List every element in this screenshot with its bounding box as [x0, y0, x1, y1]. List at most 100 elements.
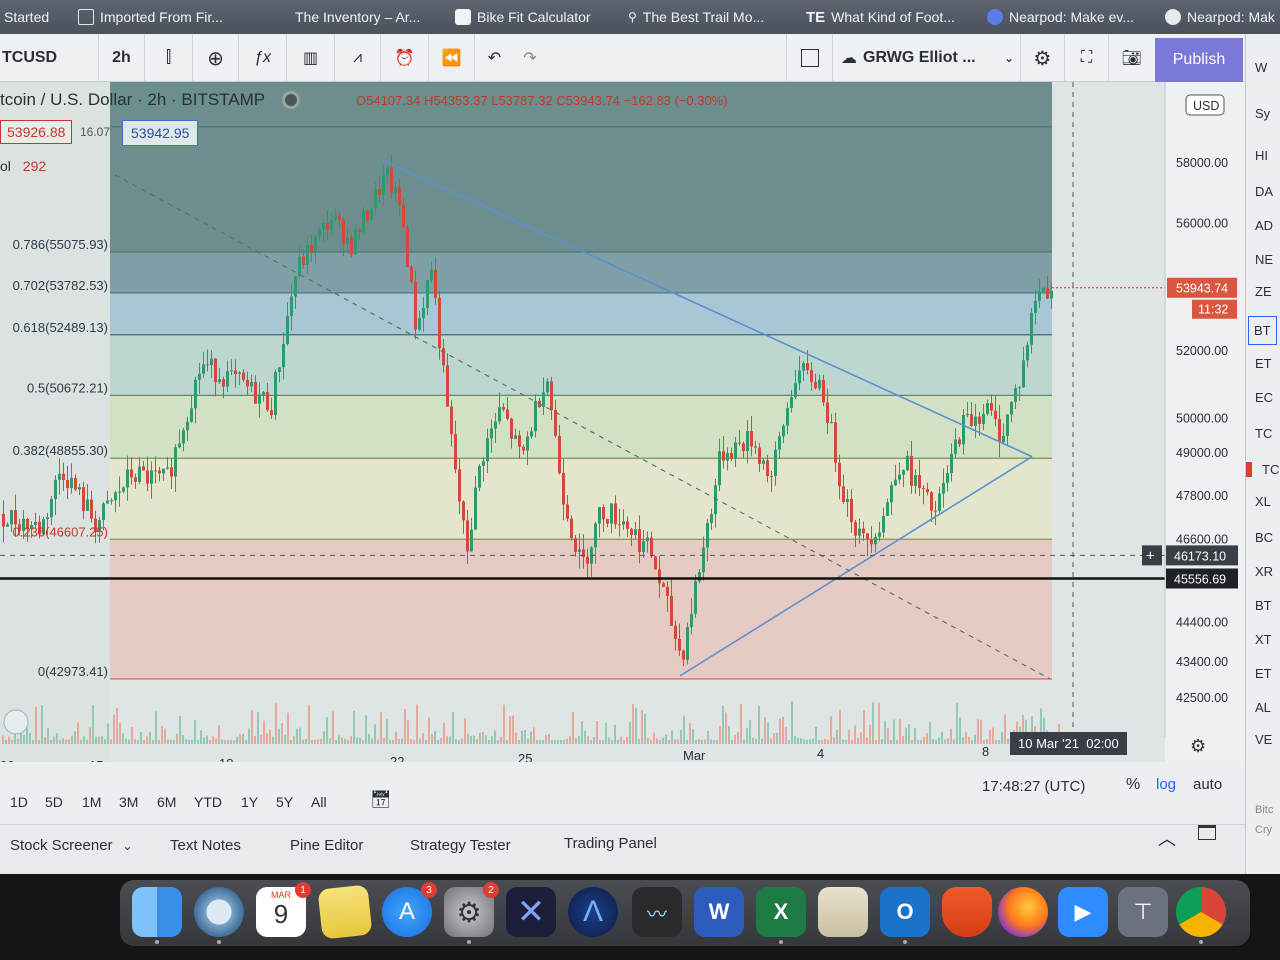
publish-button[interactable]: Publish: [1155, 38, 1243, 82]
range-6m[interactable]: 6M: [157, 794, 176, 810]
replay-button[interactable]: ⏪: [428, 34, 474, 82]
undo-button[interactable]: ↶: [474, 34, 514, 82]
watchlist-item[interactable]: XL: [1255, 494, 1271, 509]
range-1y[interactable]: 1Y: [241, 794, 258, 810]
collapse-panel-button[interactable]: ︿: [1158, 825, 1176, 851]
layout-template-select[interactable]: ☁ GRWG Elliot ... ⌄: [832, 34, 1020, 82]
watchlist-item[interactable]: ET: [1255, 666, 1272, 681]
bid-price-badge[interactable]: 53926.88: [0, 120, 73, 144]
range-5d[interactable]: 5D: [45, 794, 63, 810]
range-all[interactable]: All: [311, 794, 327, 810]
watchlist-item[interactable]: VE: [1255, 732, 1272, 747]
watchlist-item[interactable]: BT: [1248, 316, 1277, 345]
watchlist-item[interactable]: AL: [1255, 700, 1271, 715]
symbol-search[interactable]: TCUSD: [0, 34, 98, 82]
crossover-app[interactable]: ✕: [506, 887, 556, 937]
watchlist-item[interactable]: AD: [1255, 218, 1273, 233]
watchlist-item[interactable]: XT: [1255, 632, 1272, 647]
running-indicator: [155, 940, 159, 944]
watchlist-item[interactable]: XR: [1255, 564, 1273, 579]
candle-body: [934, 510, 937, 512]
bookmark-inventory[interactable]: The Inventory – Ar...: [295, 0, 420, 34]
watchlist-item[interactable]: TC: [1255, 426, 1272, 441]
fib-label: 0(42973.41): [38, 664, 108, 679]
redo-button[interactable]: ↷: [514, 34, 546, 82]
tab-stock-screener[interactable]: Stock Screener ⌄: [10, 837, 133, 854]
templates-button[interactable]: ⩘: [334, 34, 380, 82]
notes-app[interactable]: [317, 884, 373, 940]
candle-body: [594, 523, 597, 548]
bookmark-bike-fit[interactable]: Bike Fit Calculator: [455, 0, 591, 34]
range-1m[interactable]: 1M: [82, 794, 101, 810]
watchlist-item[interactable]: TC: [1246, 462, 1279, 477]
bookmark-started[interactable]: Started: [4, 0, 49, 34]
chrome-app[interactable]: [1176, 887, 1226, 937]
firefox-app[interactable]: [998, 887, 1048, 937]
candle-body: [418, 318, 421, 330]
chart-pane[interactable]: 0.786(55075.93) 0.702(53782.53) 0.618(5248…: [0, 82, 1245, 762]
watchlist-item[interactable]: DA: [1255, 184, 1273, 199]
watchlist-item[interactable]: BC: [1255, 530, 1273, 545]
excel-app[interactable]: X: [756, 887, 806, 937]
ask-price-badge[interactable]: 53942.95: [122, 120, 199, 146]
stickies-app[interactable]: [818, 887, 868, 937]
safari-app[interactable]: [194, 887, 244, 937]
outlook-app[interactable]: O: [880, 887, 930, 937]
candle-body: [910, 455, 913, 486]
log-toggle[interactable]: log: [1156, 776, 1176, 793]
tab-text-notes[interactable]: Text Notes: [170, 837, 241, 854]
watchlist-item[interactable]: EC: [1255, 390, 1273, 405]
brave-app[interactable]: [942, 887, 992, 937]
bookmark-foot[interactable]: TE What Kind of Foot...: [806, 0, 955, 34]
alert-button[interactable]: ⏰: [380, 34, 428, 82]
interval-button[interactable]: 2h: [98, 34, 144, 82]
layout-button[interactable]: [786, 34, 832, 82]
price-chart[interactable]: 0.786(55075.93) 0.702(53782.53) 0.618(5248…: [0, 82, 1245, 762]
watchlist-item[interactable]: BT: [1255, 598, 1272, 613]
watchlist-item[interactable]: ZE: [1255, 284, 1272, 299]
range-5y[interactable]: 5Y: [276, 794, 293, 810]
bookmark-nearpod-2[interactable]: Nearpod: Mak: [1165, 0, 1275, 34]
axis-settings-button[interactable]: ⚙: [1190, 736, 1206, 757]
range-ytd[interactable]: YTD: [194, 794, 222, 810]
range-3m[interactable]: 3M: [119, 794, 138, 810]
stocks-app[interactable]: 〰: [632, 887, 682, 937]
bar-style-button[interactable]: ⫿: [144, 34, 192, 82]
auto-toggle[interactable]: auto: [1193, 776, 1222, 793]
bookmark-trail[interactable]: ⚲ The Best Trail Mo...: [628, 0, 764, 34]
watchlist-item[interactable]: ET: [1255, 356, 1272, 371]
compare-button[interactable]: ⊕: [192, 34, 238, 82]
percent-toggle[interactable]: %: [1126, 776, 1140, 794]
go-to-date-button[interactable]: 📅︎: [370, 790, 392, 810]
visibility-dot-icon[interactable]: [285, 94, 298, 106]
snapshot-button[interactable]: 📷︎: [1108, 34, 1154, 82]
template-label: GRWG Elliot ...: [863, 49, 976, 66]
watchlist-item[interactable]: HI: [1255, 148, 1268, 163]
fullscreen-button[interactable]: ⛶: [1064, 34, 1108, 82]
watchlist-item[interactable]: Sy: [1255, 106, 1270, 121]
arc-app[interactable]: Λ: [568, 887, 618, 937]
zoom-app[interactable]: ▶: [1058, 887, 1108, 937]
tab-trading-panel[interactable]: Trading Panel: [564, 835, 657, 852]
outlook-icon: O: [896, 899, 914, 924]
range-1d[interactable]: 1D: [10, 794, 28, 810]
indicators-button[interactable]: ƒx: [238, 34, 286, 82]
calendar-app[interactable]: MAR 9 1: [256, 882, 311, 937]
bookmark-imported[interactable]: Imported From Fir...: [78, 0, 223, 34]
tab-strategy-tester[interactable]: Strategy Tester: [410, 837, 511, 854]
financials-button[interactable]: ▥: [286, 34, 334, 82]
legend-title[interactable]: tcoin / U.S. Dollar · 2h · BITSTAMP: [0, 90, 265, 110]
settings-button[interactable]: ⚙: [1020, 34, 1064, 82]
candle-body: [1042, 288, 1045, 292]
maximize-panel-button[interactable]: [1198, 825, 1216, 844]
tab-pine-editor[interactable]: Pine Editor: [290, 837, 363, 854]
watchlist-item[interactable]: W: [1255, 60, 1267, 75]
keynote-app[interactable]: ⊤: [1118, 887, 1168, 937]
app-store-app[interactable]: A 3: [382, 882, 437, 937]
bookmark-nearpod[interactable]: Nearpod: Make ev...: [987, 0, 1134, 34]
word-app[interactable]: W: [694, 887, 744, 937]
finder-app[interactable]: [132, 887, 182, 937]
watchlist-item[interactable]: NE: [1255, 252, 1273, 267]
candle-body: [466, 520, 469, 552]
system-preferences-app[interactable]: ⚙ 2: [444, 882, 499, 937]
